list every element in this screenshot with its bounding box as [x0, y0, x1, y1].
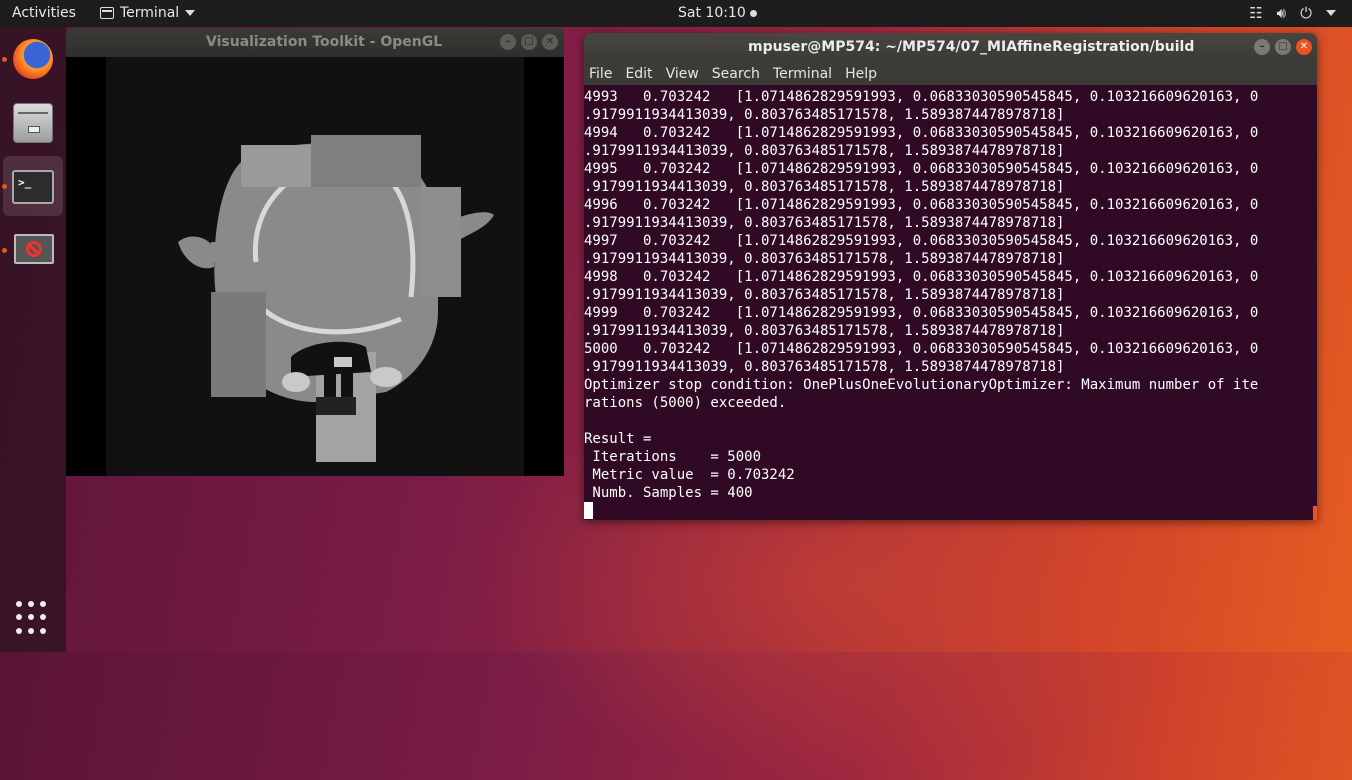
- menu-help[interactable]: Help: [845, 66, 877, 82]
- terminal-line: 4994 0.703242 [1.0714862829591993, 0.068…: [584, 125, 1259, 141]
- terminal-line: .9179911934413039, 0.803763485171578, 1.…: [584, 143, 1065, 159]
- resize-grip[interactable]: [1313, 506, 1317, 520]
- terminal-line: .9179911934413039, 0.803763485171578, 1.…: [584, 251, 1065, 267]
- clock-label: Sat 10:10: [678, 5, 746, 21]
- menu-search[interactable]: Search: [712, 66, 760, 82]
- activities-button[interactable]: Activities: [12, 5, 76, 21]
- window-controls: – □ ✕: [1254, 39, 1312, 55]
- terminal-line: rations (5000) exceeded.: [584, 395, 787, 411]
- volume-icon[interactable]: 🔊︎: [1277, 4, 1286, 22]
- chevron-down-icon: [185, 10, 196, 16]
- menu-edit[interactable]: Edit: [625, 66, 652, 82]
- vtk-window[interactable]: Visualization Toolkit - OpenGL – □ ✕: [66, 28, 564, 476]
- close-button[interactable]: ✕: [1296, 39, 1312, 55]
- terminal-line: Result =: [584, 431, 652, 447]
- vtk-titlebar[interactable]: Visualization Toolkit - OpenGL – □ ✕: [66, 28, 564, 57]
- terminal-line: 4993 0.703242 [1.0714862829591993, 0.068…: [584, 89, 1259, 105]
- ct-slice-image: [66, 57, 564, 476]
- notification-dot-icon: [749, 9, 757, 17]
- menu-terminal[interactable]: Terminal: [773, 66, 832, 82]
- running-indicator: [2, 57, 7, 62]
- power-icon[interactable]: ⏻: [1300, 4, 1312, 22]
- minimize-button[interactable]: –: [1254, 39, 1270, 55]
- terminal-line: 4998 0.703242 [1.0714862829591993, 0.068…: [584, 269, 1259, 285]
- running-indicator: [2, 184, 7, 189]
- app-menu-label: Terminal: [120, 5, 180, 21]
- no-entry-icon: [14, 234, 54, 264]
- system-tray[interactable]: ☷ 🔊︎ ⏻: [1249, 4, 1336, 22]
- maximize-button[interactable]: □: [521, 34, 537, 50]
- dock-item-firefox[interactable]: [2, 29, 63, 89]
- terminal-line: 5000 0.703242 [1.0714862829591993, 0.068…: [584, 341, 1259, 357]
- terminal-line: 4995 0.703242 [1.0714862829591993, 0.068…: [584, 161, 1259, 177]
- terminal-line: 4997 0.703242 [1.0714862829591993, 0.068…: [584, 233, 1259, 249]
- app-menu[interactable]: Terminal: [100, 5, 196, 21]
- terminal-line: .9179911934413039, 0.803763485171578, 1.…: [584, 323, 1065, 339]
- network-icon[interactable]: ☷: [1249, 4, 1262, 22]
- terminal-line: .9179911934413039, 0.803763485171578, 1.…: [584, 107, 1065, 123]
- terminal-menubar: File Edit View Search Terminal Help: [584, 62, 1317, 85]
- menu-view[interactable]: View: [666, 66, 699, 82]
- terminal-line: Metric value = 0.703242: [584, 467, 795, 483]
- dock-item-files[interactable]: [3, 93, 63, 153]
- terminal-titlebar[interactable]: mpuser@MP574: ~/MP574/07_MIAffineRegistr…: [584, 33, 1317, 62]
- show-applications-button[interactable]: [16, 601, 50, 635]
- menu-file[interactable]: File: [589, 66, 612, 82]
- terminal-window[interactable]: mpuser@MP574: ~/MP574/07_MIAffineRegistr…: [584, 33, 1317, 520]
- terminal-line: .9179911934413039, 0.803763485171578, 1.…: [584, 287, 1065, 303]
- terminal-line: 4996 0.703242 [1.0714862829591993, 0.068…: [584, 197, 1259, 213]
- firefox-icon: [13, 39, 53, 79]
- terminal-line: .9179911934413039, 0.803763485171578, 1.…: [584, 359, 1065, 375]
- render-viewport[interactable]: [66, 57, 564, 476]
- close-button[interactable]: ✕: [542, 34, 558, 50]
- terminal-line: .9179911934413039, 0.803763485171578, 1.…: [584, 215, 1065, 231]
- text-cursor: [584, 502, 593, 519]
- dock-item-vtk-app[interactable]: [2, 220, 63, 280]
- dock: >_: [0, 27, 66, 652]
- chevron-down-icon[interactable]: [1326, 10, 1336, 16]
- clock[interactable]: Sat 10:10: [678, 5, 757, 21]
- terminal-line: Numb. Samples = 400: [584, 485, 753, 501]
- terminal-icon: >_: [12, 170, 54, 204]
- window-controls: – □ ✕: [500, 34, 558, 50]
- terminal-icon: [100, 7, 114, 19]
- top-bar: Activities Terminal Sat 10:10 ☷ 🔊︎ ⏻: [0, 0, 1352, 27]
- window-title: Visualization Toolkit - OpenGL: [206, 34, 443, 50]
- window-title: mpuser@MP574: ~/MP574/07_MIAffineRegistr…: [748, 39, 1195, 55]
- dock-item-terminal[interactable]: >_: [2, 156, 63, 216]
- files-icon: [13, 103, 53, 143]
- terminal-line: .9179911934413039, 0.803763485171578, 1.…: [584, 179, 1065, 195]
- terminal-line: Optimizer stop condition: OnePlusOneEvol…: [584, 377, 1259, 393]
- terminal-line: Iterations = 5000: [584, 449, 762, 465]
- terminal-line: 4999 0.703242 [1.0714862829591993, 0.068…: [584, 305, 1259, 321]
- maximize-button[interactable]: □: [1275, 39, 1291, 55]
- terminal-output[interactable]: 4993 0.703242 [1.0714862829591993, 0.068…: [584, 85, 1317, 520]
- minimize-button[interactable]: –: [500, 34, 516, 50]
- running-indicator: [2, 248, 7, 253]
